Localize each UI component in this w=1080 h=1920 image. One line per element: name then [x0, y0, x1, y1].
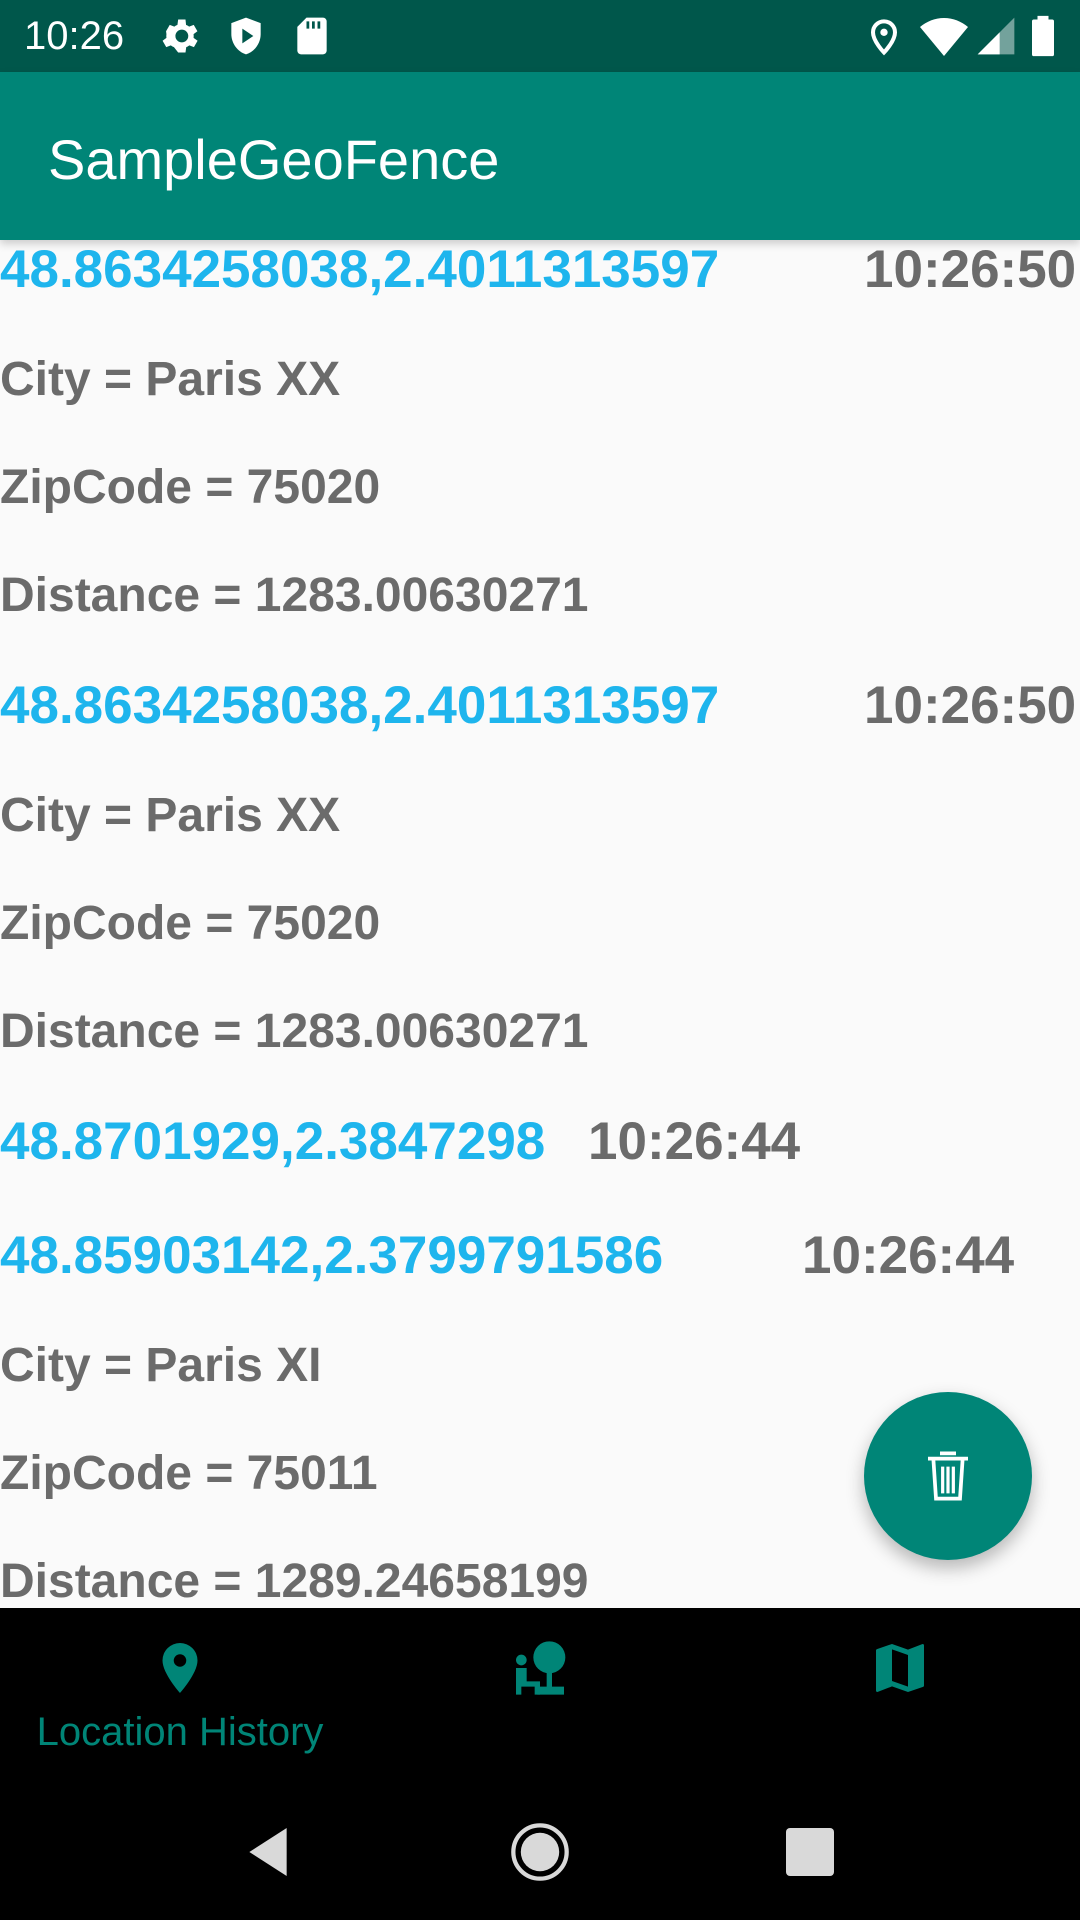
- wifi-icon: [920, 14, 968, 58]
- status-bar: 10:26: [0, 0, 1080, 72]
- nav-person-tree[interactable]: [360, 1608, 720, 1784]
- shield-icon: [224, 14, 268, 58]
- entry-city: City = Paris XX: [0, 789, 341, 842]
- entry-time: 10:26:44: [588, 1112, 801, 1171]
- location-icon: [862, 14, 906, 58]
- nav-label: Location History: [36, 1710, 324, 1754]
- entry-coordinates: 48.8701929,2.3847298: [0, 1112, 546, 1171]
- entry-time: 10:26:44: [802, 1226, 1015, 1285]
- app-bar: SampleGeoFence: [0, 72, 1080, 240]
- person-tree-icon: [516, 1641, 566, 1695]
- trash-icon: [928, 1451, 968, 1501]
- entry-coordinates: 48.85903142,2.3799791586: [0, 1226, 664, 1285]
- entry-zipcode: ZipCode = 75011: [0, 1447, 378, 1500]
- sd-card-icon: [290, 14, 334, 58]
- signal-icon: [974, 14, 1018, 58]
- map-icon: [876, 1644, 924, 1692]
- location-pin-icon: [162, 1643, 198, 1693]
- entry-city: City = Paris XI: [0, 1339, 322, 1392]
- home-icon[interactable]: [508, 1820, 572, 1884]
- entry-coordinates: 48.8634258038,2.4011313597: [0, 676, 720, 735]
- delete-history-button[interactable]: [864, 1392, 1032, 1560]
- entry-city: City = Paris XX: [0, 353, 341, 406]
- bottom-navigation: Location History: [0, 1608, 1080, 1784]
- entry-zipcode: ZipCode = 75020: [0, 461, 381, 514]
- entry-time: 10:26:50: [864, 676, 1077, 735]
- back-icon[interactable]: [236, 1820, 300, 1884]
- entry-coordinates: 48.8634258038,2.4011313597: [0, 240, 720, 299]
- status-time: 10:26: [24, 14, 125, 58]
- nav-map[interactable]: [720, 1608, 1080, 1784]
- entry-distance: Distance = 1289.24658199: [0, 1555, 589, 1608]
- gear-icon: [158, 14, 202, 58]
- app-title: SampleGeoFence: [48, 128, 500, 191]
- system-navigation-bar: [0, 1784, 1080, 1920]
- entry-zipcode: ZipCode = 75020: [0, 897, 381, 950]
- entry-time: 10:26:50: [864, 240, 1077, 299]
- entry-distance: Distance = 1283.00630271: [0, 569, 589, 622]
- nav-location-history[interactable]: Location History: [0, 1608, 360, 1784]
- battery-icon: [1026, 14, 1070, 58]
- entry-distance: Distance = 1283.00630271: [0, 1005, 589, 1058]
- recents-icon[interactable]: [778, 1820, 842, 1884]
